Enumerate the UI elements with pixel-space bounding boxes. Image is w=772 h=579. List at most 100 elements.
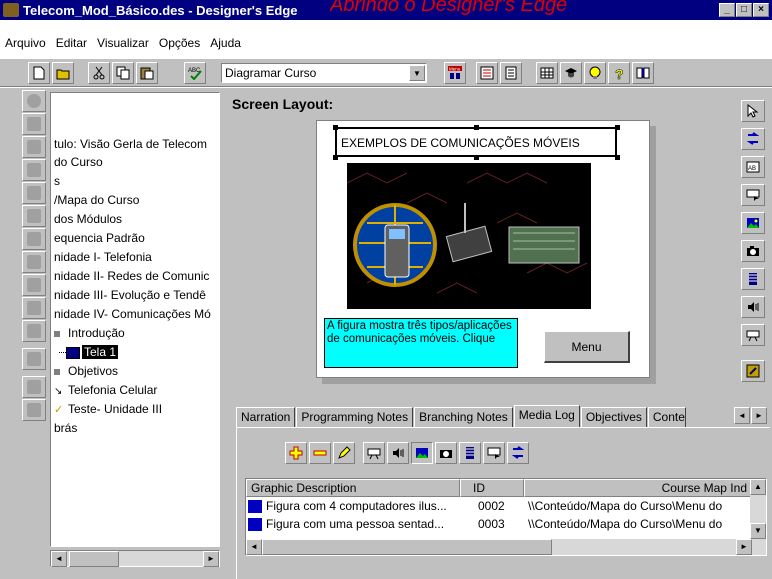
flag-tool-icon[interactable] — [22, 136, 46, 158]
column-header-course-map[interactable]: Course Map Ind — [524, 479, 752, 497]
media-log-table[interactable]: Graphic Description ID Course Map Ind Fi… — [245, 478, 767, 556]
audio-icon[interactable] — [741, 296, 765, 318]
search-tool-icon[interactable] — [22, 205, 46, 227]
button-tool-icon[interactable] — [741, 184, 765, 206]
menu-editar[interactable]: Editar — [51, 36, 92, 50]
tree-item[interactable]: s — [54, 172, 60, 191]
table-cell-path[interactable]: \\Conteúdo/Mapa do Curso\Menu do — [528, 497, 752, 515]
copy-icon[interactable] — [112, 62, 134, 84]
menu-arquivo[interactable]: Arquivo — [0, 36, 51, 50]
column-header-description[interactable]: Graphic Description — [246, 479, 460, 497]
tree-item[interactable]: do Curso — [54, 153, 103, 172]
scroll-up-icon[interactable]: ▲ — [750, 479, 766, 495]
menu-ajuda[interactable]: Ajuda — [205, 36, 246, 50]
tree-item-telefonia-celular[interactable]: ↘ Telefonia Celular — [54, 381, 157, 400]
scroll-thumb[interactable] — [69, 551, 119, 567]
help-icon[interactable]: ? — [608, 62, 630, 84]
tree-item[interactable]: nidade II- Redes de Comunic — [54, 267, 209, 286]
resize-handle[interactable] — [474, 125, 479, 130]
projector-icon[interactable] — [363, 442, 385, 464]
projector-icon[interactable] — [741, 324, 765, 346]
report-tool-icon[interactable] — [22, 399, 46, 421]
checklist-icon[interactable] — [476, 62, 498, 84]
tab-scroll-right-icon[interactable]: ► — [751, 407, 767, 424]
tree-item[interactable]: /Mapa do Curso — [54, 191, 139, 210]
table-cell-description[interactable]: Figura com 4 computadores ilus... — [266, 497, 460, 515]
course-tree[interactable]: tulo: Visão Gerla de Telecom do Curso s … — [50, 92, 220, 547]
menu-visualizar[interactable]: Visualizar — [92, 36, 154, 50]
notes-tool-icon[interactable] — [22, 228, 46, 250]
text-tool-icon[interactable]: AB — [741, 156, 765, 178]
table-cell-description[interactable]: Figura com uma pessoa sentad... — [266, 515, 460, 533]
new-file-icon[interactable] — [28, 62, 50, 84]
branch-arrow-icon[interactable] — [507, 442, 529, 464]
tree-horizontal-scrollbar[interactable]: ◄ ► — [50, 550, 220, 567]
table-tool-icon[interactable] — [22, 376, 46, 398]
calendar-tool-icon[interactable] — [22, 274, 46, 296]
film-icon[interactable] — [459, 442, 481, 464]
tab-narration[interactable]: Narration — [236, 407, 296, 427]
tree-item-teste[interactable]: ✓ Teste- Unidade III — [54, 400, 162, 419]
scroll-right-icon[interactable]: ► — [736, 539, 752, 555]
tree-item[interactable]: nidade III- Evolução e Tendê — [54, 286, 206, 305]
column-header-id[interactable]: ID — [460, 479, 524, 497]
menu-opcoes[interactable]: Opções — [154, 36, 205, 50]
media-tool-icon[interactable] — [22, 348, 46, 370]
map-tool-icon[interactable] — [22, 251, 46, 273]
table-cell-id[interactable]: 0003 — [478, 515, 524, 533]
open-folder-icon[interactable] — [52, 62, 74, 84]
grid-icon[interactable] — [536, 62, 558, 84]
tab-conte[interactable]: Conte — [647, 407, 686, 427]
camera-icon[interactable] — [741, 240, 765, 262]
table-cell-id[interactable]: 0002 — [478, 497, 524, 515]
slide-title[interactable]: EXEMPLOS DE COMUNICAÇÕES MÓVEIS — [335, 127, 617, 157]
remove-icon[interactable] — [309, 442, 331, 464]
paste-icon[interactable] — [136, 62, 158, 84]
menu-icon[interactable]: Menu — [444, 62, 466, 84]
tree-item-introducao[interactable]: Introdução — [54, 324, 125, 343]
tree-item-tela-1[interactable]: Tela 1 — [59, 343, 119, 362]
tree-item[interactable]: nidade I- Telefonia — [54, 248, 152, 267]
pencil-icon[interactable] — [333, 442, 355, 464]
camera-icon[interactable] — [435, 442, 457, 464]
tab-scroll-left-icon[interactable]: ◄ — [734, 407, 750, 424]
cut-icon[interactable] — [88, 62, 110, 84]
document-icon[interactable] — [500, 62, 522, 84]
tab-objectives[interactable]: Objectives — [580, 407, 647, 427]
tab-branching-notes[interactable]: Branching Notes — [414, 407, 513, 427]
slide-text-box[interactable]: A figura mostra três tipos/aplicações de… — [324, 318, 518, 368]
resize-handle[interactable] — [615, 155, 620, 160]
edit-tool-icon[interactable] — [22, 159, 46, 181]
media-vertical-scrollbar[interactable]: ▲ ▼ — [750, 479, 766, 555]
slide-menu-button[interactable]: Menu — [544, 331, 630, 363]
branch-arrow-icon[interactable] — [741, 128, 765, 150]
pointer-icon[interactable] — [741, 100, 765, 122]
lightbulb-icon[interactable] — [584, 62, 606, 84]
resize-handle[interactable] — [333, 155, 338, 160]
tree-item[interactable]: dos Módulos — [54, 210, 122, 229]
chevron-down-icon[interactable]: ▼ — [409, 65, 425, 81]
scroll-down-icon[interactable]: ▼ — [750, 523, 766, 539]
view-select[interactable]: Diagramar Curso ▼ — [221, 63, 427, 83]
scroll-left-icon[interactable]: ◄ — [51, 551, 67, 567]
audio-icon[interactable] — [387, 442, 409, 464]
tab-media-log[interactable]: Media Log — [513, 405, 580, 428]
table-cell-path[interactable]: \\Conteúdo/Mapa do Curso\Menu do — [528, 515, 752, 533]
tree-item[interactable]: nidade IV- Comunicações Mó — [54, 305, 211, 324]
mobile-communications-image[interactable] — [346, 163, 591, 309]
button-icon[interactable] — [483, 442, 505, 464]
resize-handle[interactable] — [474, 155, 479, 160]
help-tool-icon[interactable] — [22, 297, 46, 319]
edit-properties-icon[interactable] — [741, 360, 765, 382]
tree-item[interactable]: equencia Padrão — [54, 229, 145, 248]
resize-handle[interactable] — [333, 125, 338, 130]
film-icon[interactable] — [741, 268, 765, 290]
scroll-thumb[interactable] — [262, 539, 552, 555]
chart-tool-icon[interactable] — [22, 113, 46, 135]
tree-item[interactable]: brás — [54, 419, 77, 438]
tab-programming-notes[interactable]: Programming Notes — [296, 407, 414, 427]
screen-layout-canvas[interactable]: EXEMPLOS DE COMUNICAÇÕES MÓVEIS A figura… — [316, 120, 650, 378]
tree-item-objetivos[interactable]: Objetivos — [54, 362, 118, 381]
scroll-right-icon[interactable]: ► — [203, 551, 219, 567]
image-icon[interactable] — [411, 442, 433, 464]
